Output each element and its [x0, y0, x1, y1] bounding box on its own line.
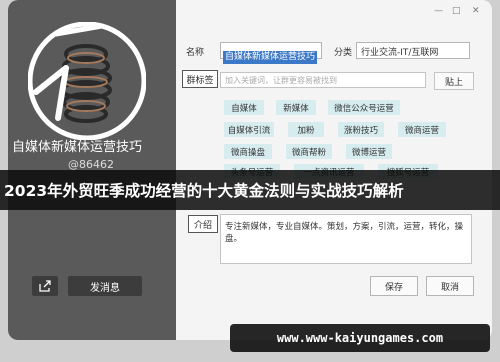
tags-label: 群标签	[182, 70, 218, 88]
tag-chip[interactable]: 微信公众号运营	[328, 100, 400, 115]
share-icon	[39, 280, 51, 292]
group-name-display: 自媒体新媒体运营技巧	[12, 140, 143, 155]
tag-chip[interactable]: 微博运营	[346, 144, 392, 159]
group-avatar	[28, 22, 146, 140]
group-name-input[interactable]: 自媒体新媒体运营技巧	[220, 42, 322, 64]
category-select[interactable]: 行业交流-IT/互联网	[356, 42, 470, 59]
tag-chip[interactable]: 微商运营	[398, 122, 446, 137]
name-label: 名称	[186, 48, 205, 58]
paste-button[interactable]: 贴上	[434, 72, 474, 90]
tag-chip[interactable]: 自媒体引流	[224, 122, 274, 137]
group-name-value: 自媒体新媒体运营技巧	[223, 51, 318, 64]
share-button[interactable]	[32, 276, 58, 296]
tags-input[interactable]: 加入关键词，让群更容易被找到	[220, 72, 426, 88]
category-label: 分类	[334, 48, 353, 58]
tag-chip[interactable]: 微商操盘	[224, 144, 272, 159]
headline-banner: 2023年外贸旺季成功经营的十大黄金法则与实战技巧解析	[0, 170, 500, 210]
tag-chip[interactable]: 涨粉技巧	[338, 122, 384, 137]
site-url-banner: www.www-kaiyungames.com	[230, 324, 490, 352]
send-message-button[interactable]: 发消息	[68, 276, 142, 296]
intro-textarea[interactable]: 专注新媒体，专业自媒体。策划，方案，引流，运营，转化，操盘。	[220, 214, 472, 264]
intro-label: 介绍	[188, 215, 218, 233]
close-icon[interactable]: ✕	[472, 6, 480, 16]
tag-chip[interactable]: 自媒体	[224, 100, 264, 115]
tag-chip[interactable]: 加粉	[288, 122, 324, 137]
minimize-icon[interactable]: —	[434, 6, 443, 16]
save-button[interactable]: 保存	[370, 276, 418, 296]
cancel-button[interactable]: 取消	[426, 276, 474, 296]
tag-chip[interactable]: 新媒体	[276, 100, 316, 115]
maximize-icon[interactable]: □	[452, 6, 461, 16]
tag-chip[interactable]: 微商帮粉	[286, 144, 332, 159]
